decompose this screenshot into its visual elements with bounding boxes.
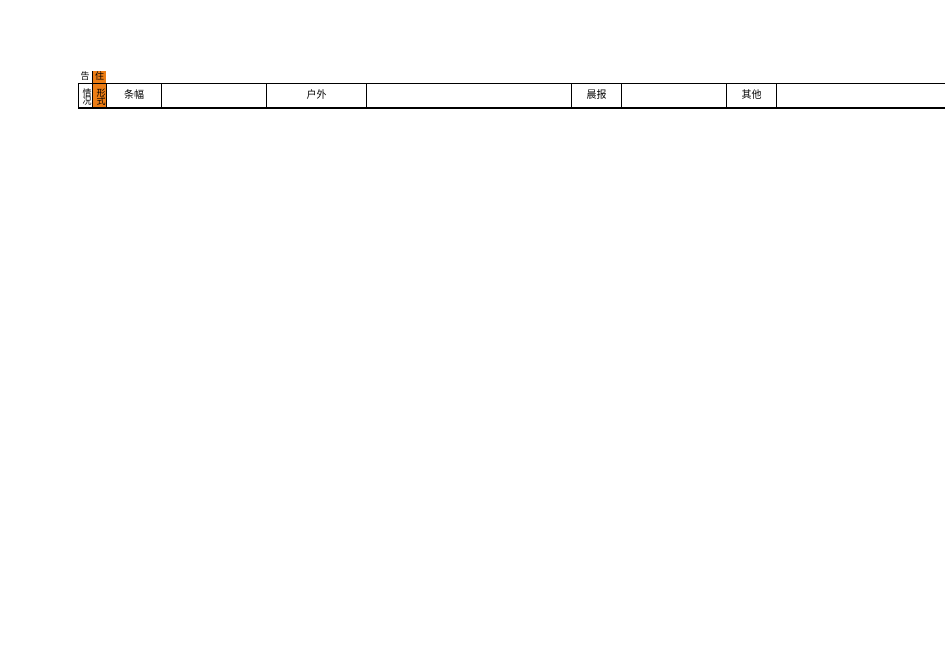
form-table: 告 住 情况 形式 条幅 户外 晨报 其他 (78, 71, 945, 109)
cell-outdoor-value (366, 83, 571, 107)
header-col1-top: 住 (92, 71, 106, 83)
cell-morning-label: 晨报 (571, 83, 621, 107)
cell-outdoor-label: 户外 (266, 83, 366, 107)
header-col1-bottom: 形式 (92, 83, 106, 107)
table-row: 情况 形式 条幅 户外 晨报 其他 (78, 83, 945, 109)
header-col0-top: 告 (78, 71, 92, 83)
header-col0-bottom-text: 情况 (81, 88, 91, 104)
header-col0-bottom: 情况 (78, 83, 92, 107)
cell-morning-value (621, 83, 726, 107)
cell-banner-label: 条幅 (106, 83, 161, 107)
cell-banner-value (161, 83, 266, 107)
table-header-row1: 告 住 (78, 71, 945, 83)
cell-other-value (776, 83, 945, 107)
header-col1-bottom-text: 形式 (95, 88, 105, 104)
cell-other-label: 其他 (726, 83, 776, 107)
